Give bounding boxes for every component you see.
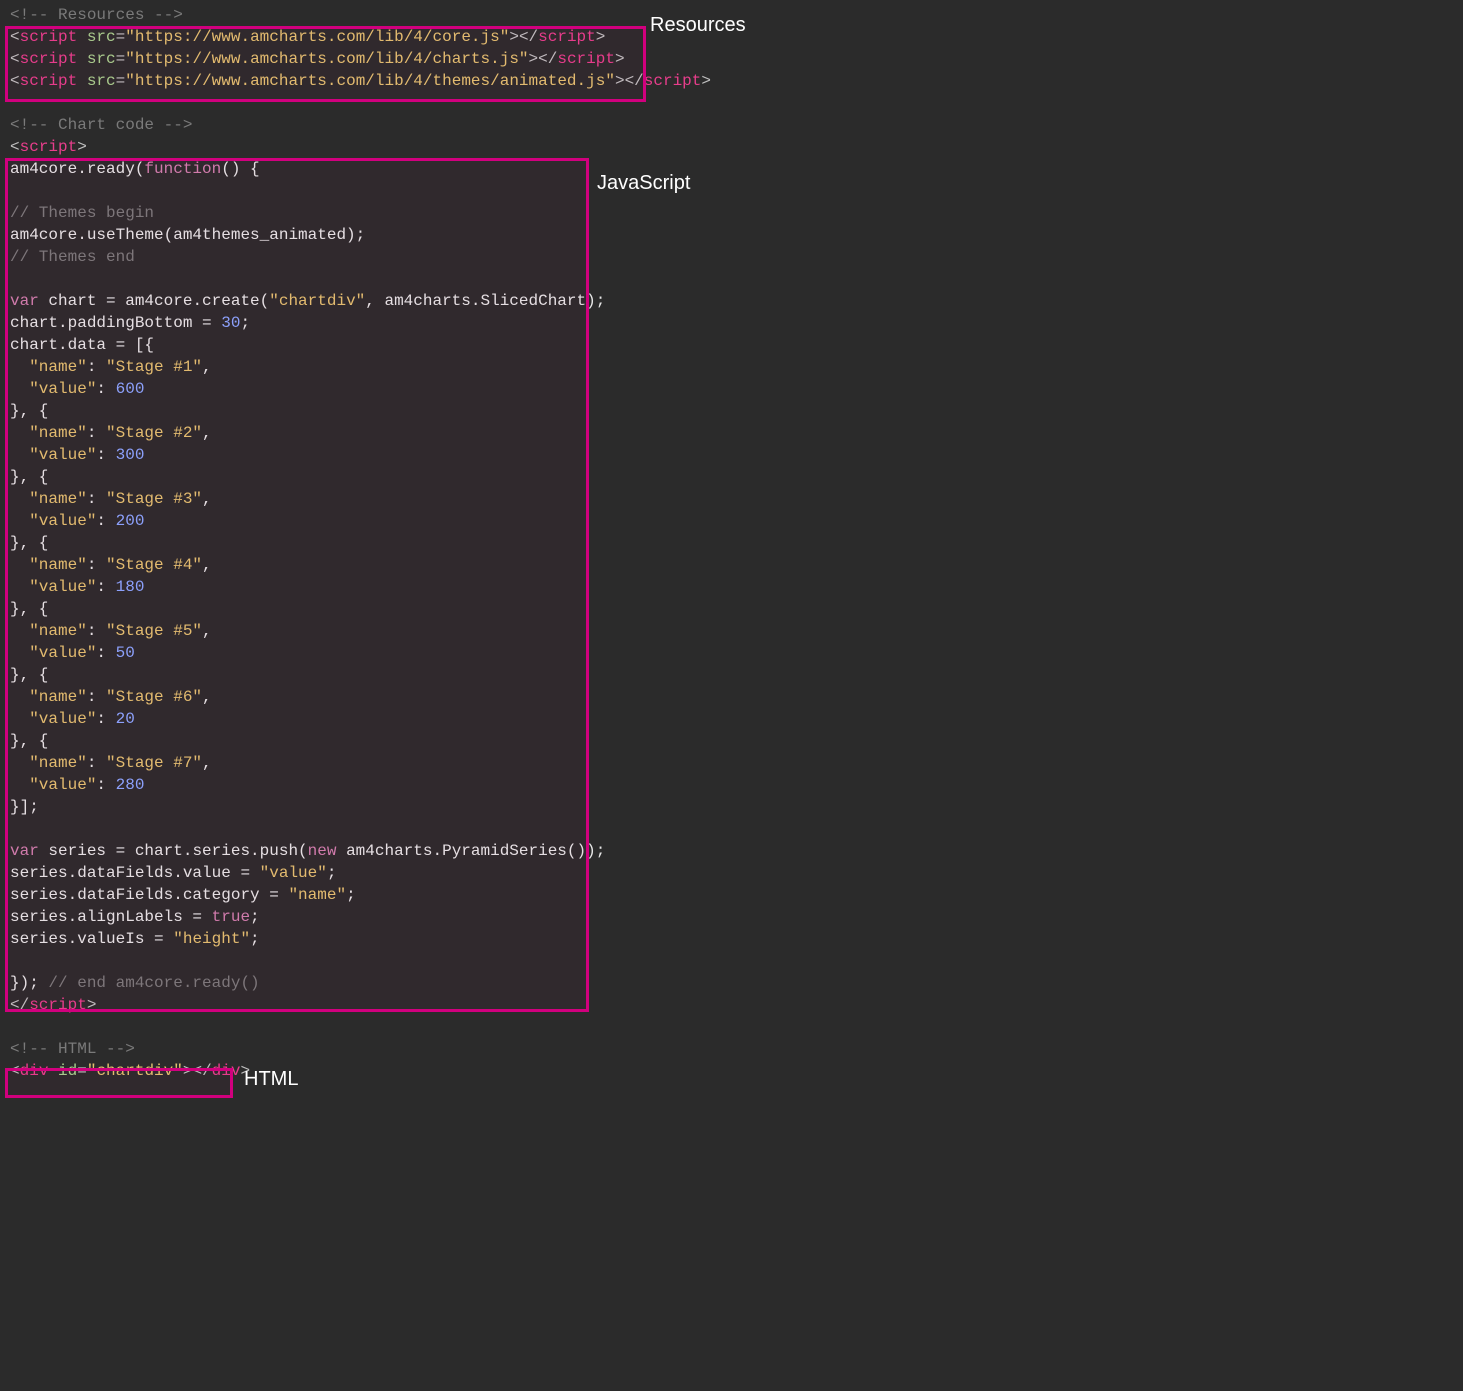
- comment-html: <!-- HTML -->: [10, 1040, 135, 1058]
- js-data-entry-6v: "value": 20: [10, 710, 135, 728]
- js-data-entry-5v: "value": 50: [10, 644, 135, 662]
- comment-chart-code: <!-- Chart code -->: [10, 116, 192, 134]
- js-var-series: var series = chart.series.push(new am4ch…: [10, 842, 605, 860]
- js-obj-sep-1: }, {: [10, 402, 48, 420]
- js-data-entry-6: "name": "Stage #6",: [10, 688, 212, 706]
- js-value-is: series.valueIs = "height";: [10, 930, 260, 948]
- js-data-entry-3v: "value": 200: [10, 512, 144, 530]
- comment-themes-begin: // Themes begin: [10, 204, 154, 222]
- js-obj-sep-2: }, {: [10, 468, 48, 486]
- label-resources: Resources: [650, 14, 746, 36]
- js-obj-sep-6: }, {: [10, 732, 48, 750]
- js-obj-sep-4: }, {: [10, 600, 48, 618]
- resource-line-2: <script src="https://www.amcharts.com/li…: [10, 50, 625, 68]
- js-data-open: chart.data = [{: [10, 336, 154, 354]
- js-data-entry-7: "name": "Stage #7",: [10, 754, 212, 772]
- resource-line-1: <script src="https://www.amcharts.com/li…: [10, 28, 605, 46]
- js-data-entry-2v: "value": 300: [10, 446, 144, 464]
- js-data-close: }];: [10, 798, 39, 816]
- js-padding: chart.paddingBottom = 30;: [10, 314, 250, 332]
- js-data-entry-7v: "value": 280: [10, 776, 144, 794]
- js-ready-close: }); // end am4core.ready(): [10, 974, 260, 992]
- label-javascript: JavaScript: [597, 172, 690, 194]
- js-ready-open: am4core.ready(function() {: [10, 160, 260, 178]
- comment-resources: <!-- Resources -->: [10, 6, 183, 24]
- html-div-line: <div id="chartdiv"></div>: [10, 1062, 250, 1080]
- code-block[interactable]: <!-- Resources --> <script src="https://…: [0, 4, 1463, 1082]
- js-data-entry-2: "name": "Stage #2",: [10, 424, 212, 442]
- resource-src-3: "https://www.amcharts.com/lib/4/themes/a…: [125, 72, 615, 90]
- js-data-entry-1v: "value": 600: [10, 380, 144, 398]
- js-sdf-value: series.dataFields.value = "value";: [10, 864, 336, 882]
- js-sdf-category: series.dataFields.category = "name";: [10, 886, 356, 904]
- resource-src-1: "https://www.amcharts.com/lib/4/core.js": [125, 28, 509, 46]
- js-data-entry-5: "name": "Stage #5",: [10, 622, 212, 640]
- resource-src-2: "https://www.amcharts.com/lib/4/charts.j…: [125, 50, 528, 68]
- js-obj-sep-5: }, {: [10, 666, 48, 684]
- js-var-chart: var chart = am4core.create("chartdiv", a…: [10, 292, 605, 310]
- js-data-entry-4v: "value": 180: [10, 578, 144, 596]
- js-data-entry-4: "name": "Stage #4",: [10, 556, 212, 574]
- resource-line-3: <script src="https://www.amcharts.com/li…: [10, 72, 711, 90]
- label-html: HTML: [244, 1068, 298, 1090]
- comment-themes-end: // Themes end: [10, 248, 135, 266]
- js-data-entry-3: "name": "Stage #3",: [10, 490, 212, 508]
- js-use-theme: am4core.useTheme(am4themes_animated);: [10, 226, 365, 244]
- js-obj-sep-3: }, {: [10, 534, 48, 552]
- script-close-tag: </script>: [10, 996, 96, 1014]
- js-data-entry-1: "name": "Stage #1",: [10, 358, 212, 376]
- js-align-labels: series.alignLabels = true;: [10, 908, 260, 926]
- script-open-tag: <script>: [10, 138, 87, 156]
